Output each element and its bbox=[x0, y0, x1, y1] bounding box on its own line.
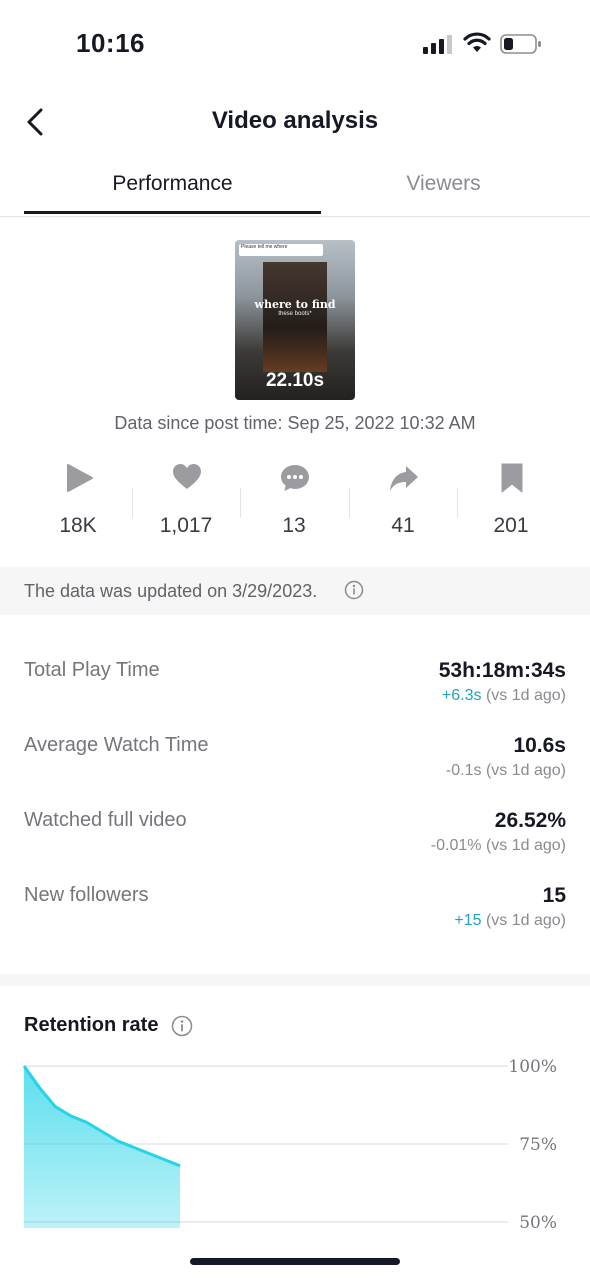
section-divider bbox=[0, 974, 590, 986]
thumbnail-caption: where to find bbox=[254, 298, 336, 311]
stat-value: 18K bbox=[59, 514, 97, 537]
status-time: 10:16 bbox=[76, 28, 145, 58]
video-thumbnail[interactable]: Please tell me where where to find these… bbox=[235, 240, 355, 400]
metric-compare: (vs 1d ago) bbox=[485, 912, 566, 929]
data-updated-text: The data was updated on 3/29/2023. bbox=[24, 581, 318, 601]
active-tab-indicator bbox=[24, 211, 321, 214]
metric-value: 15 bbox=[542, 884, 566, 907]
stat-saves: 201 bbox=[457, 460, 565, 546]
video-duration: 22.10s bbox=[265, 370, 325, 391]
metric-average-watch-time: Average Watch Time 10.6s -0.1s (vs 1d ag… bbox=[0, 690, 590, 779]
stat-likes: 1,017 bbox=[132, 460, 240, 546]
thumbnail-comment-overlay: Please tell me where bbox=[239, 244, 323, 256]
metric-total-play-time: Total Play Time 53h:18m:34s +6.3s (vs 1d… bbox=[0, 615, 590, 704]
thumbnail-caption-sub: these boots* bbox=[278, 311, 312, 317]
y-tick-label: 50% bbox=[519, 1213, 557, 1228]
metric-watched-full-video: Watched full video 26.52% -0.01% (vs 1d … bbox=[0, 765, 590, 854]
info-icon[interactable] bbox=[171, 1015, 193, 1037]
stat-comments: 13 bbox=[240, 460, 348, 546]
page-title: Video analysis bbox=[211, 107, 379, 134]
wifi-icon bbox=[463, 32, 491, 52]
y-tick-label: 75% bbox=[519, 1135, 557, 1155]
home-indicator[interactable] bbox=[190, 1258, 400, 1265]
metric-change: +15 bbox=[454, 912, 482, 929]
tab-performance[interactable]: Performance bbox=[24, 172, 321, 196]
play-icon bbox=[67, 464, 93, 492]
share-icon bbox=[390, 466, 418, 491]
metric-label: Total Play Time bbox=[24, 659, 160, 681]
heart-icon bbox=[173, 464, 201, 489]
bookmark-icon bbox=[501, 463, 523, 493]
thumbnail-image bbox=[263, 262, 327, 372]
tab-viewers[interactable]: Viewers bbox=[297, 172, 590, 196]
stat-value: 1,017 bbox=[159, 514, 213, 537]
metric-label: Watched full video bbox=[24, 809, 187, 831]
retention-chart: 100% 75% 50% bbox=[22, 1057, 557, 1228]
cellular-signal-icon bbox=[423, 35, 452, 54]
metric-value: 10.6s bbox=[513, 734, 566, 757]
metric-value: 53h:18m:34s bbox=[438, 659, 566, 682]
comment-icon bbox=[281, 465, 309, 491]
battery-icon bbox=[500, 34, 541, 54]
engagement-stats: 18K 1,017 13 41 201 bbox=[24, 460, 566, 546]
stat-value: 13 bbox=[282, 514, 306, 537]
stat-views: 18K bbox=[24, 460, 132, 546]
data-updated-banner: The data was updated on 3/29/2023. bbox=[0, 567, 590, 615]
stat-value: 201 bbox=[493, 514, 529, 537]
data-since-text: Data since post time: Sep 25, 2022 10:32… bbox=[114, 413, 476, 433]
metric-value: 26.52% bbox=[494, 809, 566, 832]
stat-shares: 41 bbox=[349, 460, 457, 546]
y-tick-label: 100% bbox=[508, 1057, 557, 1077]
metric-label: New followers bbox=[24, 884, 149, 906]
stat-value: 41 bbox=[391, 514, 415, 537]
metric-label: Average Watch Time bbox=[24, 734, 209, 756]
info-icon[interactable] bbox=[344, 580, 364, 600]
tab-bar: Performance Viewers bbox=[0, 160, 590, 217]
status-bar: 10:16 bbox=[0, 0, 590, 90]
metric-delta: +15 (vs 1d ago) bbox=[454, 912, 566, 930]
retention-title: Retention rate bbox=[24, 1014, 159, 1036]
retention-area bbox=[24, 1066, 180, 1228]
metric-new-followers: New followers 15 +15 (vs 1d ago) bbox=[0, 840, 590, 929]
